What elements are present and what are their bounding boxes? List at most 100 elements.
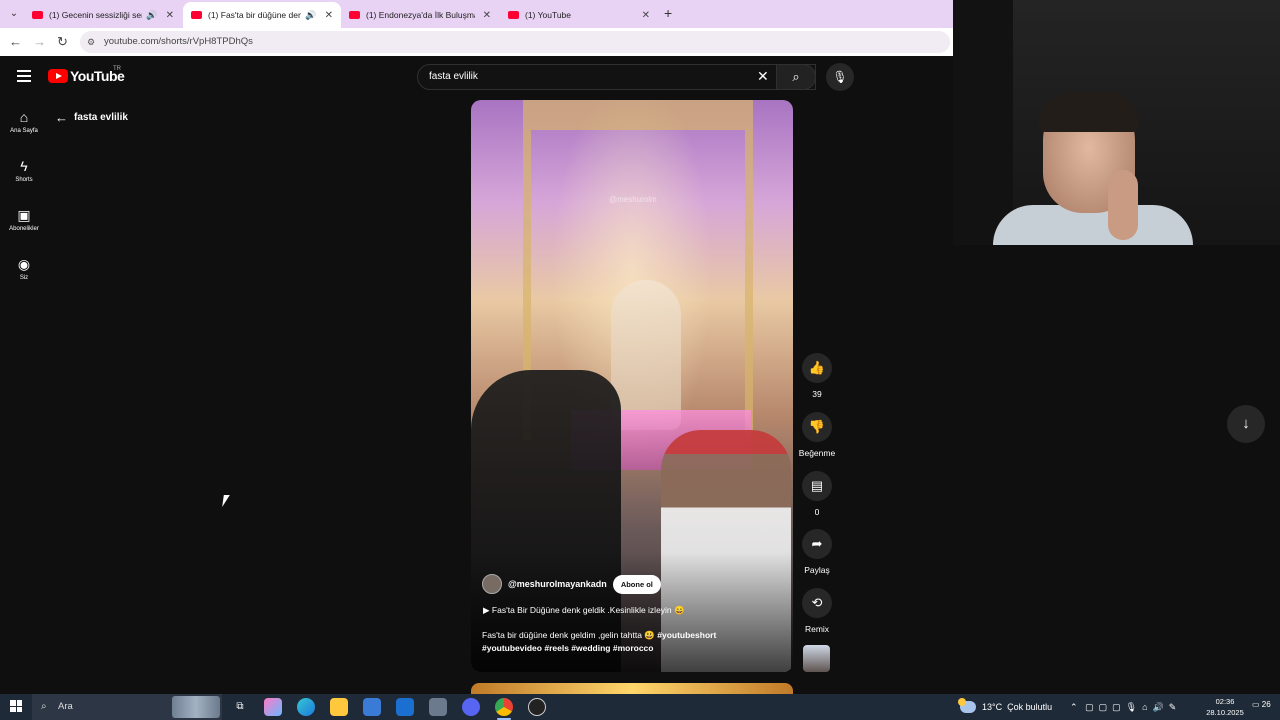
close-tab-icon[interactable]: ✕ [325,10,333,21]
youtube-favicon-icon [32,11,43,19]
windows-taskbar: ⌕ Ara ⧉ 13°C Çok bulutlu ⌃ ▢ ▢ ▢ 🎙 ⌂ 🔊 ✎… [0,694,1280,720]
mail-icon[interactable] [396,698,414,716]
subscriptions-icon: ▣ [17,207,31,223]
home-icon: ⌂ [19,109,29,125]
chrome-icon[interactable] [495,698,513,716]
sidebar-item-home[interactable]: ⌂ Ana Sayfa [0,108,48,134]
new-tab-plus-icon[interactable]: + [664,5,672,21]
search-icon: ⌕ [41,701,47,712]
back-arrow-icon[interactable]: ← [9,34,22,49]
tab-title: (1) Fas'ta bir düğüne denk g [208,10,302,20]
tray-app-icon[interactable]: ▢ [1085,702,1094,712]
sidebar-label: Abonelikler [9,226,39,232]
channel-name[interactable]: @meshurolmayankadn [508,579,607,589]
speaker-icon[interactable]: 🔊 [305,10,316,21]
weather-widget[interactable]: 13°C Çok bulutlu [958,694,1052,720]
channel-row: @meshurolmayankadn Abone ol [482,574,661,594]
discord-icon[interactable] [462,698,480,716]
tab-4[interactable]: (1) YouTube ✕ [500,2,658,28]
youtube-favicon-icon [191,11,202,19]
edge-icon[interactable] [297,698,315,716]
close-tab-icon[interactable]: ✕ [166,10,174,21]
youtube-logo[interactable]: YouTube TR [48,66,125,84]
obs-icon[interactable] [528,698,546,716]
system-tray[interactable]: ⌃ ▢ ▢ ▢ 🎙 ⌂ 🔊 ✎ [1070,694,1176,720]
sidebar-label: Shorts [15,177,33,183]
forward-arrow-icon[interactable]: → [33,34,46,49]
next-video-arrow-down-icon[interactable]: ↓ [1227,405,1265,443]
sound-thumbnail[interactable] [803,645,830,672]
short-video-player[interactable]: @meshurolm @meshurolmayankadn Abone ol ▶… [471,100,793,672]
site-info-icon[interactable]: ⚙ [87,31,95,53]
file-explorer-icon[interactable] [330,698,348,716]
comment-count: 0 [814,507,820,517]
taskbar-search-placeholder: Ara [58,701,73,712]
tab-search-chevron-icon[interactable]: ⌄ [4,4,24,24]
like-button[interactable]: 👍 39 [797,353,837,399]
subscribe-button[interactable]: Abone ol [612,574,661,594]
windows-start-icon[interactable] [10,700,22,712]
comment-icon: ▤ [802,471,832,501]
hashtag-link[interactable]: #youtubeshort [657,630,716,640]
playlist-title: Fas'ta Bir Düğüne denk geldik .Kesinlikl… [491,605,685,615]
reload-icon[interactable]: ↻ [57,34,68,50]
menu-icon[interactable] [17,70,31,82]
tab-1[interactable]: (1) Gecenin sessizliği seni g 🔊 ✕ [24,2,182,28]
chevron-up-icon[interactable]: ⌃ [1070,702,1078,712]
microsoft-store-icon[interactable] [363,698,381,716]
youtube-play-icon [48,69,68,83]
address-bar-row: ← → ↻ ⚙ youtube.com/shorts/rVpH8TPDhQs [0,28,953,56]
search-button[interactable]: ⌕ [776,64,816,90]
notification-center[interactable]: ▭ 26 [1252,700,1271,709]
close-tab-icon[interactable]: ✕ [642,10,650,21]
hashtag-links[interactable]: #youtubevideo #reels #wedding #morocco [482,643,653,653]
tray-app-icon[interactable]: ▢ [1099,702,1108,712]
pen-icon[interactable]: ✎ [1169,702,1177,712]
voice-search-button[interactable]: 🎙 [826,63,854,91]
comments-button[interactable]: ▤ 0 [797,471,837,517]
search-input[interactable]: fasta evlilik ✕ [417,64,816,90]
tab-title: (1) YouTube [525,10,571,20]
sidebar-item-shorts[interactable]: ϟ Shorts [0,157,48,183]
sidebar-item-subscriptions[interactable]: ▣ Abonelikler [0,206,48,232]
search-highlight-image[interactable] [172,696,220,718]
like-count: 39 [812,389,822,399]
remix-button[interactable]: ⟲ Remix [797,588,837,634]
video-description: Fas'ta bir düğüne denk geldim ,gelin tah… [482,629,772,655]
dislike-label: Beğenme [798,448,836,458]
close-tab-icon[interactable]: ✕ [483,10,491,21]
channel-avatar[interactable] [482,574,502,594]
back-to-search[interactable]: ← fasta evlilik [55,110,128,125]
task-view-icon[interactable]: ⧉ [231,698,249,716]
network-icon[interactable]: ⌂ [1142,702,1147,712]
copilot-icon[interactable] [264,698,282,716]
url-input[interactable]: ⚙ youtube.com/shorts/rVpH8TPDhQs [80,31,950,53]
shorts-icon: ϟ [20,158,28,174]
back-arrow-icon[interactable]: ← [55,110,68,125]
description-text: Fas'ta bir düğüne denk geldim ,gelin tah… [482,630,655,640]
volume-icon[interactable]: 🔊 [1153,702,1164,712]
taskbar-search-input[interactable]: ⌕ Ara [32,694,222,720]
sidebar-label: Ana Sayfa [10,128,38,134]
webcam-overlay [953,0,1280,245]
tab-2-active[interactable]: (1) Fas'ta bir düğüne denk g 🔊 ✕ [183,2,341,28]
clock-time: 02:36 [1215,697,1235,706]
tray-app-icon[interactable]: ▢ [1112,702,1121,712]
video-scene-bride [611,280,681,430]
share-button[interactable]: ➦ Paylaş [797,529,837,575]
youtube-favicon-icon [349,11,360,19]
account-icon: ◉ [17,256,31,272]
dislike-button[interactable]: 👎 Beğenme [797,412,837,458]
speaker-icon[interactable]: 🔊 [146,10,157,21]
app-icon[interactable] [429,698,447,716]
weather-temp: 13°C [982,702,1003,712]
webcam-person-hand [1108,170,1138,240]
thumbs-up-icon: 👍 [802,353,832,383]
playlist-link[interactable]: ▶ Fas'ta Bir Düğüne denk geldik .Kesinli… [483,605,685,616]
tab-3[interactable]: (1) Endonezya'da İlk Buluşma ✕ [341,2,499,28]
clock[interactable]: 02:36 28.10.2025 [1204,696,1246,718]
microphone-icon[interactable]: 🎙 [1126,702,1137,712]
clear-search-icon[interactable]: ✕ [757,68,769,85]
share-icon: ➦ [802,529,832,559]
sidebar-item-you[interactable]: ◉ Siz [0,255,48,281]
